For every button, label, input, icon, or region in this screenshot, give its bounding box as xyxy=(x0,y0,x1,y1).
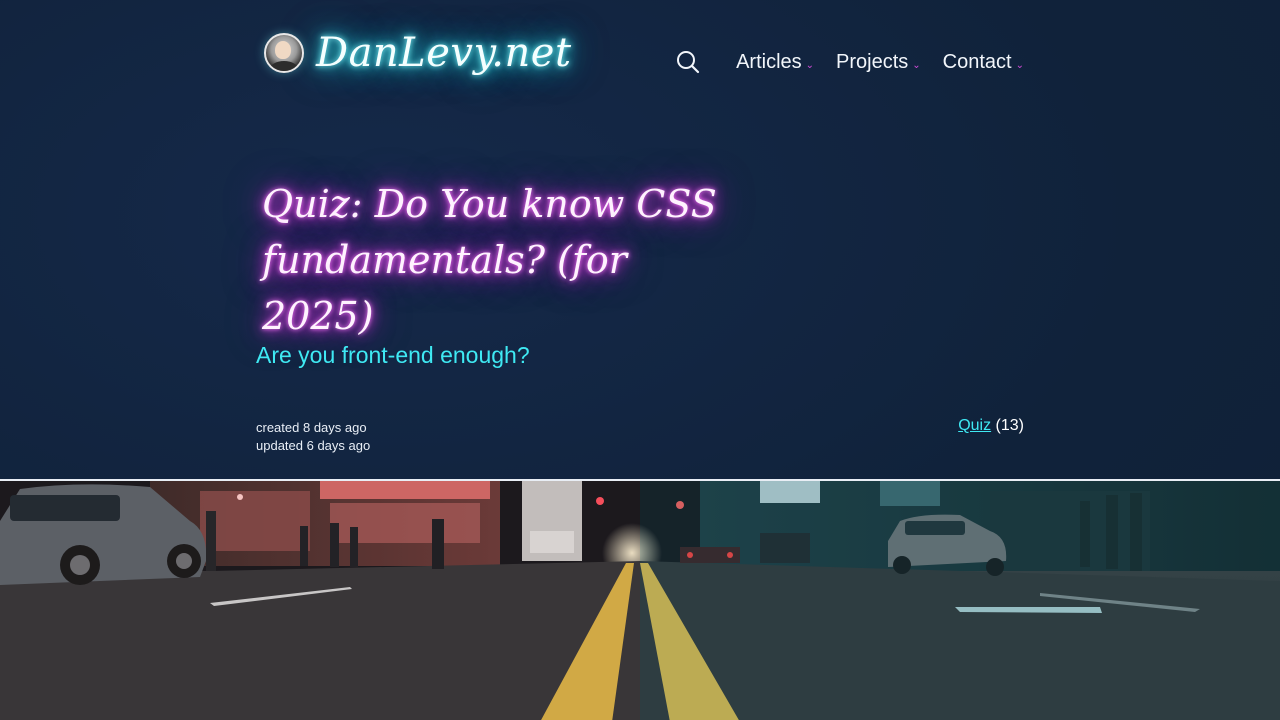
hero-image xyxy=(0,479,1280,720)
nav-item-label: Contact xyxy=(942,50,1012,73)
nav-item-contact[interactable]: Contact ⌄ xyxy=(943,51,1024,74)
article-subtitle: Are you front-end enough? xyxy=(256,342,530,368)
chevron-down-icon: ⌄ xyxy=(1015,59,1024,71)
site-brand-link[interactable]: DanLevy.net xyxy=(264,30,572,76)
article-tags: Quiz (13) xyxy=(958,417,1024,435)
nav-item-articles[interactable]: Articles ⌄ xyxy=(736,51,814,74)
page: DanLevy.net Articles ⌄ Projects ⌄ Contac… xyxy=(0,0,1280,720)
article-dates: created 8 days ago updated 6 days ago xyxy=(256,419,370,455)
updated-date: updated 6 days ago xyxy=(256,438,371,453)
search-button[interactable] xyxy=(676,50,700,74)
site-name: DanLevy.net xyxy=(316,30,572,76)
tag-link-quiz[interactable]: Quiz xyxy=(958,417,991,434)
chevron-down-icon: ⌄ xyxy=(805,59,815,71)
avatar xyxy=(264,33,304,73)
created-date: created 8 days ago xyxy=(256,420,367,435)
nav-item-label: Articles xyxy=(736,50,802,73)
main-nav: Articles ⌄ Projects ⌄ Contact ⌄ xyxy=(676,50,1024,74)
article-title: Quiz: Do You know CSS fundamentals? (for… xyxy=(262,182,717,338)
street-scene-image xyxy=(0,481,1280,720)
nav-item-label: Projects xyxy=(836,50,909,73)
nav-item-projects[interactable]: Projects ⌄ xyxy=(836,51,921,74)
chevron-down-icon: ⌄ xyxy=(912,59,921,71)
site-header: DanLevy.net Articles ⌄ Projects ⌄ Contac… xyxy=(0,0,1280,130)
tag-count: (13) xyxy=(995,417,1024,434)
search-icon xyxy=(677,51,700,74)
